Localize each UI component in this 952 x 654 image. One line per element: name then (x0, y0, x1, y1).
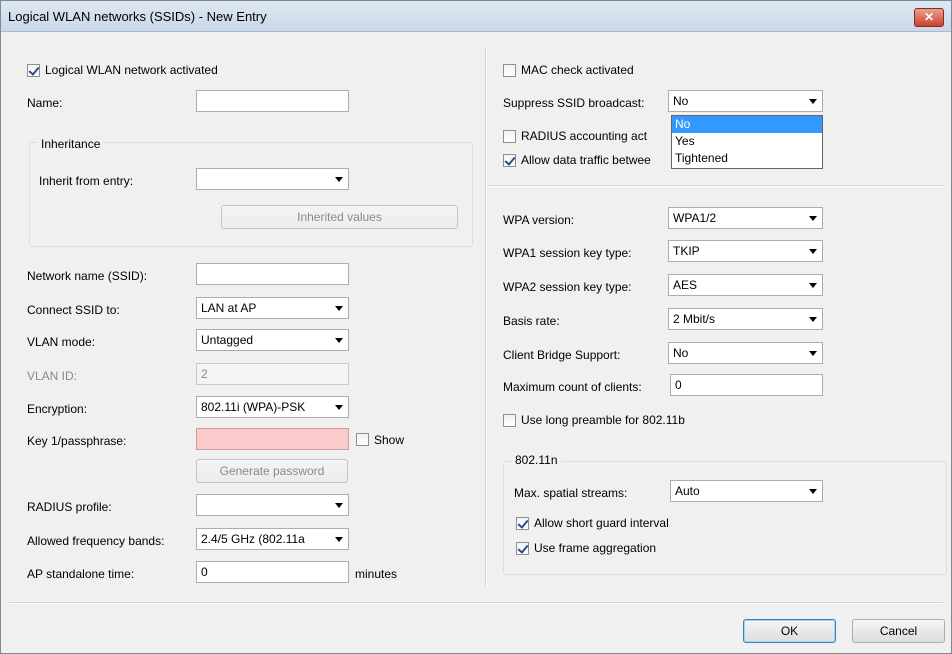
vlan-mode-value: Untagged (201, 333, 254, 347)
short-guard-checkbox[interactable] (516, 517, 529, 530)
wpa2-key-label: WPA2 session key type: (503, 280, 632, 294)
chevron-down-icon (809, 317, 817, 322)
dialog-window: Logical WLAN networks (SSIDs) - New Entr… (0, 0, 952, 654)
suppress-ssid-label: Suppress SSID broadcast: (503, 96, 645, 110)
client-bridge-select[interactable]: No (668, 342, 823, 364)
spatial-streams-value: Auto (675, 484, 700, 498)
activated-label: Logical WLAN network activated (45, 63, 218, 77)
spatial-streams-select[interactable]: Auto (670, 480, 823, 502)
wpa1-key-select[interactable]: TKIP (668, 240, 823, 262)
wpa-version-select[interactable]: WPA1/2 (668, 207, 823, 229)
cancel-button[interactable]: Cancel (852, 619, 945, 643)
chevron-down-icon (809, 99, 817, 104)
frequency-bands-value: 2.4/5 GHz (802.11a (201, 532, 305, 546)
connect-ssid-label: Connect SSID to: (27, 303, 120, 317)
ssid-input[interactable] (196, 263, 349, 285)
window-title: Logical WLAN networks (SSIDs) - New Entr… (8, 9, 267, 24)
ssid-label: Network name (SSID): (27, 269, 148, 283)
radius-profile-label: RADIUS profile: (27, 500, 112, 514)
chevron-down-icon (335, 177, 343, 182)
frequency-bands-select[interactable]: 2.4/5 GHz (802.11a (196, 528, 349, 550)
name-label: Name: (27, 96, 63, 110)
name-input[interactable] (196, 90, 349, 112)
key-passphrase-label: Key 1/passphrase: (27, 434, 127, 448)
allow-traffic-label: Allow data traffic betwee (521, 153, 651, 167)
wpa1-key-value: TKIP (673, 244, 700, 258)
basis-rate-select[interactable]: 2 Mbit/s (668, 308, 823, 330)
vlan-id-input[interactable]: 2 (196, 363, 349, 385)
dropdown-option[interactable]: No (672, 116, 822, 133)
inherit-from-label: Inherit from entry: (39, 174, 134, 188)
spatial-streams-label: Max. spatial streams: (514, 486, 628, 500)
standalone-time-input[interactable]: 0 (196, 561, 349, 583)
inherit-from-select[interactable] (196, 168, 349, 190)
wpa2-key-value: AES (673, 278, 698, 292)
show-label: Show (374, 433, 405, 447)
suppress-ssid-select[interactable]: No (668, 90, 823, 112)
chevron-down-icon (335, 537, 343, 542)
dropdown-option[interactable]: Tightened (672, 150, 822, 167)
frequency-bands-label: Allowed frequency bands: (27, 534, 165, 548)
short-guard-label: Allow short guard interval (534, 516, 669, 530)
wpa2-key-select[interactable]: AES (668, 274, 823, 296)
title-bar[interactable]: Logical WLAN networks (SSIDs) - New Entr… (1, 1, 951, 32)
mac-check-label: MAC check activated (521, 63, 634, 77)
suppress-ssid-dropdown[interactable]: No Yes Tightened (671, 115, 823, 169)
n-group-caption: 802.11n (512, 453, 561, 467)
vlan-id-label: VLAN ID: (27, 369, 78, 383)
inherited-values-button[interactable]: Inherited values (221, 205, 458, 229)
connect-ssid-select[interactable]: LAN at AP (196, 297, 349, 319)
max-clients-label: Maximum count of clients: (503, 380, 642, 394)
radius-profile-select[interactable] (196, 494, 349, 516)
client-bridge-value: No (673, 346, 689, 360)
inheritance-group: Inheritance (29, 137, 473, 247)
client-bridge-label: Client Bridge Support: (503, 348, 621, 362)
encryption-value: 802.11i (WPA)-PSK (201, 400, 306, 414)
long-preamble-label: Use long preamble for 802.11b (521, 413, 685, 427)
chevron-down-icon (809, 351, 817, 356)
section-divider (487, 185, 945, 187)
footer-divider (9, 602, 943, 604)
chevron-down-icon (335, 306, 343, 311)
basis-rate-value: 2 Mbit/s (673, 312, 716, 326)
radius-accounting-label: RADIUS accounting act (521, 129, 648, 143)
chevron-down-icon (809, 249, 817, 254)
vlan-mode-label: VLAN mode: (27, 335, 96, 349)
wpa-version-label: WPA version: (503, 213, 575, 227)
connect-ssid-value: LAN at AP (201, 301, 257, 315)
chevron-down-icon (809, 283, 817, 288)
show-checkbox[interactable] (356, 433, 369, 446)
max-clients-input[interactable]: 0 (670, 374, 823, 396)
radius-accounting-checkbox[interactable] (503, 130, 516, 143)
chevron-down-icon (335, 338, 343, 343)
ok-button[interactable]: OK (743, 619, 836, 643)
standalone-time-label: AP standalone time: (27, 567, 135, 581)
frame-aggregation-label: Use frame aggregation (534, 541, 657, 555)
encryption-label: Encryption: (27, 402, 88, 416)
basis-rate-label: Basis rate: (503, 314, 560, 328)
suppress-ssid-value: No (673, 94, 689, 108)
chevron-down-icon (809, 489, 817, 494)
allow-traffic-checkbox[interactable] (503, 154, 516, 167)
encryption-select[interactable]: 802.11i (WPA)-PSK (196, 396, 349, 418)
close-icon[interactable]: ✕ (914, 8, 944, 27)
wpa-version-value: WPA1/2 (673, 211, 717, 225)
key-passphrase-input[interactable] (196, 428, 349, 450)
inheritance-caption: Inheritance (38, 137, 104, 151)
dropdown-option[interactable]: Yes (672, 133, 822, 150)
standalone-unit: minutes (355, 567, 398, 581)
vlan-mode-select[interactable]: Untagged (196, 329, 349, 351)
frame-aggregation-checkbox[interactable] (516, 542, 529, 555)
chevron-down-icon (335, 405, 343, 410)
long-preamble-checkbox[interactable] (503, 414, 516, 427)
activated-checkbox[interactable] (27, 64, 40, 77)
wpa1-key-label: WPA1 session key type: (503, 246, 632, 260)
mac-check-checkbox[interactable] (503, 64, 516, 77)
chevron-down-icon (809, 216, 817, 221)
generate-password-button[interactable]: Generate password (196, 459, 348, 483)
column-separator (485, 47, 487, 588)
chevron-down-icon (335, 503, 343, 508)
